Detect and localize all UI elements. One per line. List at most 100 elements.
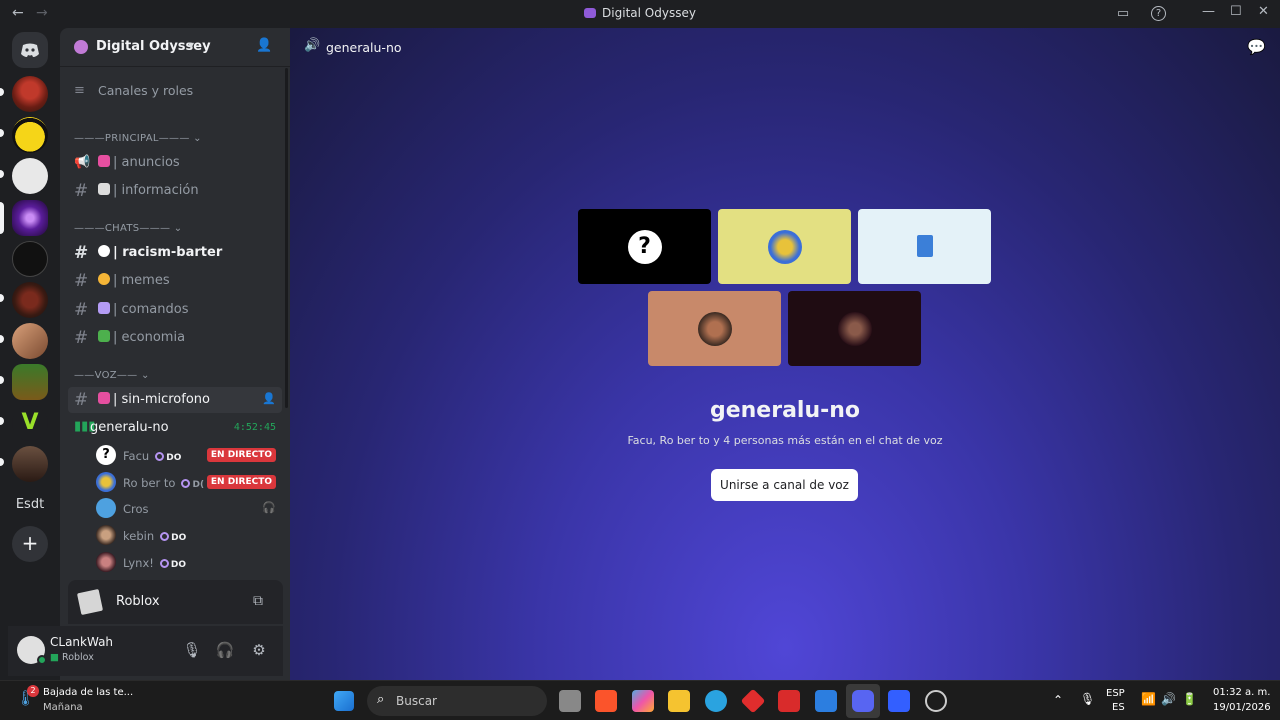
close-button[interactable]: ✕	[1258, 4, 1269, 19]
add-server-icon[interactable]: +	[12, 526, 48, 562]
voice-user-kebin[interactable]: kebin DO	[96, 524, 282, 548]
create-invite-icon[interactable]: 👤	[262, 392, 276, 405]
discord-taskbar-icon[interactable]	[852, 690, 874, 712]
category-chats[interactable]: ———CHATS——— ⌄	[74, 223, 182, 234]
participant-tile[interactable]	[858, 209, 991, 284]
header-channel-name: generalu-no	[326, 40, 402, 55]
channel-label: | comandos	[113, 302, 189, 317]
clock-time[interactable]: 01:32 a. m.	[1213, 687, 1270, 698]
app-icon-red[interactable]	[740, 688, 766, 714]
server-icon-digital-odyssey[interactable]	[12, 200, 48, 236]
voice-stage: 🔊 generalu-no 💬 ? generalu-no Facu, Ro b…	[290, 28, 1280, 680]
participant-tile[interactable]	[718, 209, 851, 284]
channel-economia[interactable]: # | economia	[68, 325, 282, 351]
search-icon: ⌕	[377, 692, 385, 707]
channel-informacion[interactable]: # | información	[68, 178, 282, 204]
channels-and-roles[interactable]: ≡ Canales y roles	[68, 78, 282, 104]
server-icon-6[interactable]	[12, 282, 48, 318]
robot-icon	[98, 302, 110, 314]
category-voz[interactable]: ——VOZ—— ⌄	[74, 370, 150, 381]
activity-game-name: Roblox	[116, 594, 160, 609]
invite-people-icon[interactable]: 👤	[256, 38, 272, 53]
file-explorer-icon[interactable]	[668, 690, 690, 712]
participant-tile[interactable]	[788, 291, 921, 366]
channel-memes[interactable]: # | memes	[68, 268, 282, 294]
document-icon	[98, 183, 110, 195]
chatgpt-icon[interactable]	[925, 690, 947, 712]
server-list: V Esdt +	[0, 28, 60, 680]
roblox-taskbar-icon[interactable]	[888, 690, 910, 712]
activity-badge: DO	[159, 559, 186, 570]
category-principal[interactable]: ———PRINCIPAL——— ⌄	[74, 133, 202, 144]
unread-pill	[0, 88, 4, 96]
activity-badge: DO	[155, 452, 181, 463]
participant-tile[interactable]	[648, 291, 781, 366]
server-icon-7[interactable]	[12, 323, 48, 359]
language-code[interactable]: ESP	[1106, 688, 1125, 699]
participant-tile[interactable]: ?	[578, 209, 711, 284]
user-name: CLankWah	[50, 635, 114, 649]
server-icon-text[interactable]: Esdt	[12, 487, 48, 523]
keyboard-layout[interactable]: ES	[1112, 702, 1125, 713]
channel-header: 🔊 generalu-no 💬	[290, 28, 1280, 66]
unread-pill	[0, 294, 4, 302]
voice-user-lynx[interactable]: Lynx! DO	[96, 551, 282, 575]
microphone-icon[interactable]: 🎙	[182, 640, 202, 660]
server-icon-3[interactable]	[12, 158, 48, 194]
scrollbar[interactable]	[285, 68, 288, 408]
brave-icon[interactable]	[595, 690, 617, 712]
deafened-icon: 🎧	[262, 501, 276, 514]
unread-pill	[0, 458, 4, 466]
chevron-up-icon[interactable]: ⌃	[1053, 693, 1063, 707]
chat-bubble-icon[interactable]: 💬	[1247, 38, 1266, 56]
channel-sin-microfono[interactable]: # | sin-microfono 👤	[68, 387, 282, 413]
windows-start-icon[interactable]	[334, 691, 354, 711]
mail-icon[interactable]	[815, 690, 837, 712]
avatar	[96, 498, 116, 518]
maximize-button[interactable]: ☐	[1230, 4, 1242, 19]
taskbar-search[interactable]: ⌕ Buscar	[367, 686, 547, 716]
volume-icon[interactable]: 🔊	[1161, 692, 1176, 706]
minimize-button[interactable]: —	[1202, 4, 1215, 19]
voice-channel-generalu-no[interactable]: ▮▮▮ generalu-no 4:52:45	[68, 415, 282, 441]
help-icon[interactable]: ?	[1151, 6, 1166, 21]
microphone-tray-icon[interactable]: 🎙	[1080, 692, 1095, 706]
clock-date[interactable]: 19/01/2026	[1213, 702, 1271, 713]
window-title: Digital Odyssey	[0, 6, 1280, 20]
guild-header[interactable]: Digital Odyssey ▾ 👤	[60, 28, 290, 66]
avatar	[96, 525, 116, 545]
gear-icon[interactable]: ⚙	[249, 640, 269, 660]
copilot-icon[interactable]	[632, 690, 654, 712]
voice-user-facu[interactable]: ? Facu DO EN DIRECTO	[96, 444, 282, 468]
voice-user-roberto[interactable]: Ro ber to D( EN DIRECTO	[96, 471, 282, 495]
voice-user-cros[interactable]: Cros 🎧	[96, 497, 282, 521]
weather-sub: Mañana	[43, 702, 83, 713]
header-divider	[60, 66, 290, 67]
headphones-icon[interactable]: 🎧	[215, 640, 235, 660]
battery-icon[interactable]: 🔋	[1182, 692, 1197, 706]
server-icon-1[interactable]	[12, 76, 48, 112]
server-icon-10[interactable]	[12, 446, 48, 482]
gamepad-icon: ■	[50, 652, 59, 663]
channel-anuncios[interactable]: 📢 | anuncios	[68, 150, 282, 176]
join-voice-button[interactable]: Unirse a canal de voz	[711, 469, 858, 501]
avatar	[837, 311, 872, 346]
user-name: Cros	[123, 502, 149, 516]
server-icon-9[interactable]: V	[12, 405, 48, 441]
wifi-icon[interactable]: 📶	[1141, 692, 1156, 706]
server-icon-5[interactable]	[12, 241, 48, 277]
direct-messages-icon[interactable]	[12, 32, 48, 68]
channel-racism-barter[interactable]: # | racism-barter	[68, 240, 282, 266]
channel-label: | economia	[113, 330, 186, 345]
stream-icon[interactable]: ⧉	[253, 593, 263, 609]
mcafee-icon[interactable]	[778, 690, 800, 712]
channel-comandos[interactable]: # | comandos	[68, 297, 282, 323]
voice-timer: 4:52:45	[233, 422, 276, 433]
channel-label: | racism-barter	[113, 245, 223, 260]
help-app-icon[interactable]	[705, 690, 727, 712]
server-icon-8[interactable]	[12, 364, 48, 400]
server-icon-2[interactable]	[12, 117, 48, 153]
inbox-icon[interactable]: ▭	[1115, 6, 1131, 22]
task-view-icon[interactable]	[559, 690, 581, 712]
avatar	[96, 472, 116, 492]
